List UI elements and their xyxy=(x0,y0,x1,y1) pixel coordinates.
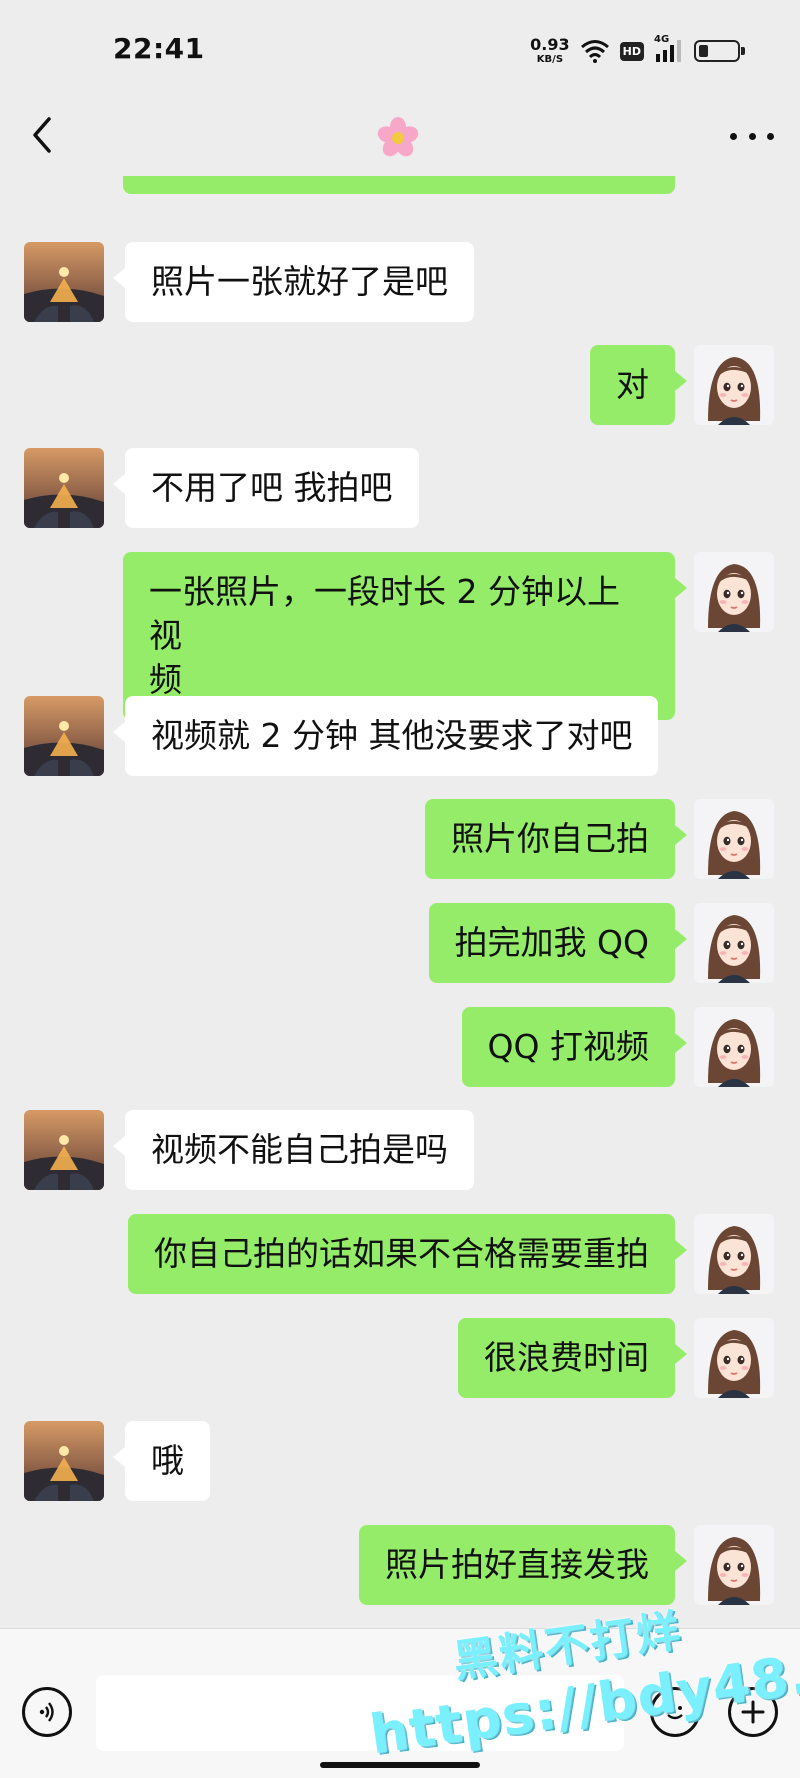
message-incoming: 视频不能自己拍是吗 xyxy=(0,1110,800,1190)
message-bubble[interactable]: 照片你自己拍 xyxy=(425,799,687,879)
message-bubble[interactable]: 不用了吧 我拍吧 xyxy=(113,448,419,528)
more-functions-button[interactable] xyxy=(728,1687,778,1737)
message-bubble[interactable]: 视频就 2 分钟 其他没要求了对吧 xyxy=(112,696,659,776)
avatar[interactable] xyxy=(24,1110,104,1190)
message-text: 一张照片，一段时长 2 分钟以上视 频 xyxy=(149,572,620,699)
back-button[interactable] xyxy=(22,110,62,160)
message-incoming: 照片一张就好了是吧 xyxy=(0,242,800,322)
avatar[interactable] xyxy=(24,448,104,528)
message-text: 拍完加我 QQ xyxy=(454,923,649,962)
voice-button[interactable] xyxy=(22,1687,72,1737)
message-text: 照片一张就好了是吧 xyxy=(151,262,448,301)
avatar[interactable] xyxy=(694,1007,774,1087)
message-outgoing: QQ 打视频 xyxy=(0,1007,800,1087)
message-text: 照片你自己拍 xyxy=(451,819,649,858)
home-indicator xyxy=(320,1762,480,1768)
avatar[interactable] xyxy=(694,903,774,983)
avatar[interactable] xyxy=(694,1525,774,1605)
chevron-left-icon xyxy=(33,117,51,153)
message-bubble[interactable]: 一张照片，一段时长 2 分钟以上视 频 xyxy=(123,552,687,720)
message-outgoing: 一张照片，一段时长 2 分钟以上视 频 xyxy=(0,552,800,720)
message-text: 照片拍好直接发我 xyxy=(385,1545,649,1584)
cherry-blossom-emoji xyxy=(377,117,419,157)
message-incoming: 不用了吧 我拍吧 xyxy=(0,448,800,528)
message-text: 不用了吧 我拍吧 xyxy=(151,468,393,507)
message-text: 你自己拍的话如果不合格需要重拍 xyxy=(154,1234,649,1273)
avatar[interactable] xyxy=(694,1318,774,1398)
message-outgoing: 照片拍好直接发我 xyxy=(0,1525,800,1605)
message-outgoing: 拍完加我 QQ xyxy=(0,903,800,983)
message-outgoing: 照片你自己拍 xyxy=(0,799,800,879)
message-outgoing: 对 xyxy=(0,345,800,425)
avatar[interactable] xyxy=(694,345,774,425)
emoji-icon xyxy=(667,1706,683,1720)
avatar[interactable] xyxy=(24,242,104,322)
message-list: 么做，全程我录屏照片一张就好了是吧对不用了吧 我拍吧一张照片，一段时长 2 分钟… xyxy=(0,0,800,1628)
chat-title xyxy=(370,110,426,166)
message-text: 很浪费时间 xyxy=(484,1338,649,1377)
input-bar xyxy=(0,1628,800,1778)
message-bubble[interactable]: 视频不能自己拍是吗 xyxy=(113,1110,474,1190)
plus-icon xyxy=(741,1700,765,1724)
message-incoming: 视频就 2 分钟 其他没要求了对吧 xyxy=(0,696,800,776)
message-text: QQ 打视频 xyxy=(487,1027,649,1066)
message-text: 哦 xyxy=(151,1441,184,1480)
message-bubble[interactable]: 照片一张就好了是吧 xyxy=(113,242,474,322)
emoji-button[interactable] xyxy=(650,1687,700,1737)
message-bubble[interactable]: 对 xyxy=(590,345,687,425)
message-text: 视频不能自己拍是吗 xyxy=(151,1130,448,1169)
avatar[interactable] xyxy=(24,696,104,776)
message-outgoing: 你自己拍的话如果不合格需要重拍 xyxy=(0,1214,800,1294)
message-bubble[interactable]: 你自己拍的话如果不合格需要重拍 xyxy=(128,1214,687,1294)
avatar[interactable] xyxy=(694,1214,774,1294)
message-bubble[interactable]: 照片拍好直接发我 xyxy=(359,1525,687,1605)
message-input[interactable] xyxy=(96,1675,624,1751)
message-bubble[interactable]: QQ 打视频 xyxy=(461,1007,688,1087)
message-bubble[interactable]: 很浪费时间 xyxy=(458,1318,687,1398)
message-text: 视频就 2 分钟 其他没要求了对吧 xyxy=(151,716,633,755)
chat-header xyxy=(0,96,800,176)
message-bubble[interactable]: 拍完加我 QQ xyxy=(428,903,688,983)
message-outgoing: 很浪费时间 xyxy=(0,1318,800,1398)
voice-icon xyxy=(39,1702,54,1722)
message-incoming: 哦 xyxy=(0,1421,800,1501)
message-text: 对 xyxy=(616,365,649,404)
message-bubble[interactable]: 哦 xyxy=(113,1421,210,1501)
more-options-button[interactable] xyxy=(730,126,774,146)
avatar[interactable] xyxy=(24,1421,104,1501)
avatar[interactable] xyxy=(694,552,774,632)
avatar[interactable] xyxy=(694,799,774,879)
